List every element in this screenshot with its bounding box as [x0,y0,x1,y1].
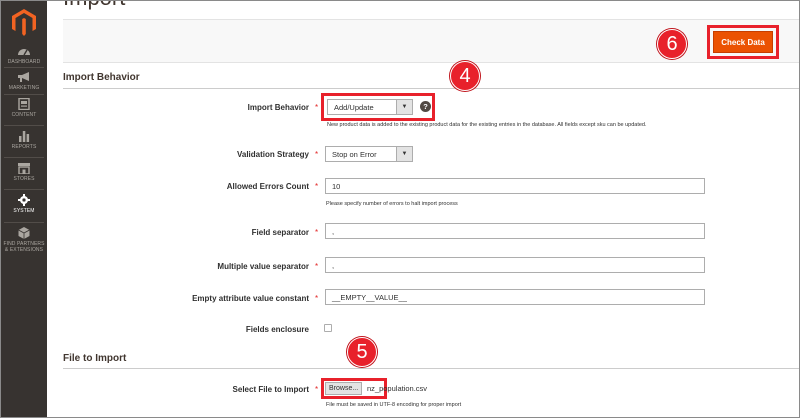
validation-strategy-select[interactable]: Stop on Error ▼ [325,146,413,162]
required-marker: * [315,228,319,237]
sidebar-divider [4,157,44,158]
validation-strategy-selected-value: Stop on Error [332,149,377,159]
file-to-import-section-title: File to Import [63,353,127,364]
gear-icon [18,194,30,206]
sidebar-item-find-partners[interactable]: FIND PARTNERS & EXTENSIONS [1,227,47,253]
import-behavior-label: Import Behavior [247,103,309,112]
sidebar-divider [4,67,44,68]
help-icon[interactable]: ? [420,101,431,112]
sidebar-item-label: MARKETING [8,85,40,91]
dashboard-icon [18,49,30,56]
annotation-badge-5: 5 [347,337,377,367]
import-behavior-select[interactable]: Add/Update ▼ [327,99,413,115]
sidebar-item-label: CONTENT [11,112,37,118]
field-separator-label: Field separator [251,228,309,237]
page-title: Import [63,1,125,11]
fields-enclosure-label: Fields enclosure [245,325,309,334]
required-marker: * [315,262,319,271]
multiple-value-separator-label: Multiple value separator [217,262,309,271]
validation-strategy-label: Validation Strategy [236,150,309,159]
sidebar-item-system[interactable]: SYSTEM [1,194,47,214]
required-marker: * [315,294,319,303]
selected-file-name: nz_population.csv [367,384,428,393]
section-divider [63,88,799,89]
sidebar-item-label: DASHBOARD [7,59,41,65]
sidebar-divider [4,94,44,95]
empty-attribute-label: Empty attribute value constant [192,294,309,303]
sidebar-item-content[interactable]: CONTENT [1,98,47,118]
sidebar-item-reports[interactable]: REPORTS [1,130,47,150]
allowed-errors-note: Please specify number of errors to halt … [326,201,458,207]
sidebar-divider [4,222,44,223]
check-data-button[interactable]: Check Data [713,31,773,53]
sidebar-item-label: SYSTEM [13,208,35,214]
sidebar-item-label: REPORTS [11,144,37,150]
import-behavior-selected-value: Add/Update [334,102,374,112]
allowed-errors-label: Allowed Errors Count [226,182,309,191]
cube-icon [18,227,30,239]
sidebar-divider [4,125,44,126]
import-behavior-section-title: Import Behavior [63,72,140,83]
section-divider [63,368,799,369]
field-separator-input[interactable]: , [325,223,705,239]
bar-chart-icon [19,131,30,142]
sidebar-item-label: STORES [13,176,35,182]
sidebar-item-marketing[interactable]: MARKETING [1,71,47,91]
fields-enclosure-checkbox[interactable] [324,324,332,332]
content-icon [18,98,30,110]
required-marker: * [315,103,319,112]
megaphone-icon [18,72,29,82]
chevron-down-icon: ▼ [396,147,412,161]
empty-attribute-input[interactable]: __EMPTY__VALUE__ [325,289,705,305]
sidebar-item-label-line2: & EXTENSIONS [4,247,44,253]
select-file-label: Select File to Import [232,385,309,394]
required-marker: * [315,385,319,394]
file-encoding-note: File must be saved in UTF-8 encoding for… [326,402,462,408]
sidebar-item-stores[interactable]: STORES [1,162,47,182]
sidebar-item-dashboard[interactable]: DASHBOARD [1,45,47,65]
magento-logo-icon[interactable] [12,9,36,36]
required-marker: * [315,182,319,191]
store-icon [18,163,30,174]
browse-button[interactable]: Browse... [325,382,363,395]
annotation-badge-4: 4 [450,61,480,91]
allowed-errors-input[interactable]: 10 [325,178,705,194]
chevron-down-icon: ▼ [396,100,412,114]
required-marker: * [315,150,319,159]
main-content: Import Check Data 6 Import Behavior Impo… [47,1,799,417]
annotation-badge-6: 6 [657,29,687,59]
page-actions-bar [63,19,799,63]
sidebar-divider [4,189,44,190]
multiple-value-separator-input[interactable]: , [325,257,705,273]
import-behavior-note: New product data is added to the existin… [327,122,647,128]
app-window: DASHBOARD MARKETING CONTENT REPORTS STOR… [0,0,800,418]
admin-sidebar: DASHBOARD MARKETING CONTENT REPORTS STOR… [1,1,47,417]
